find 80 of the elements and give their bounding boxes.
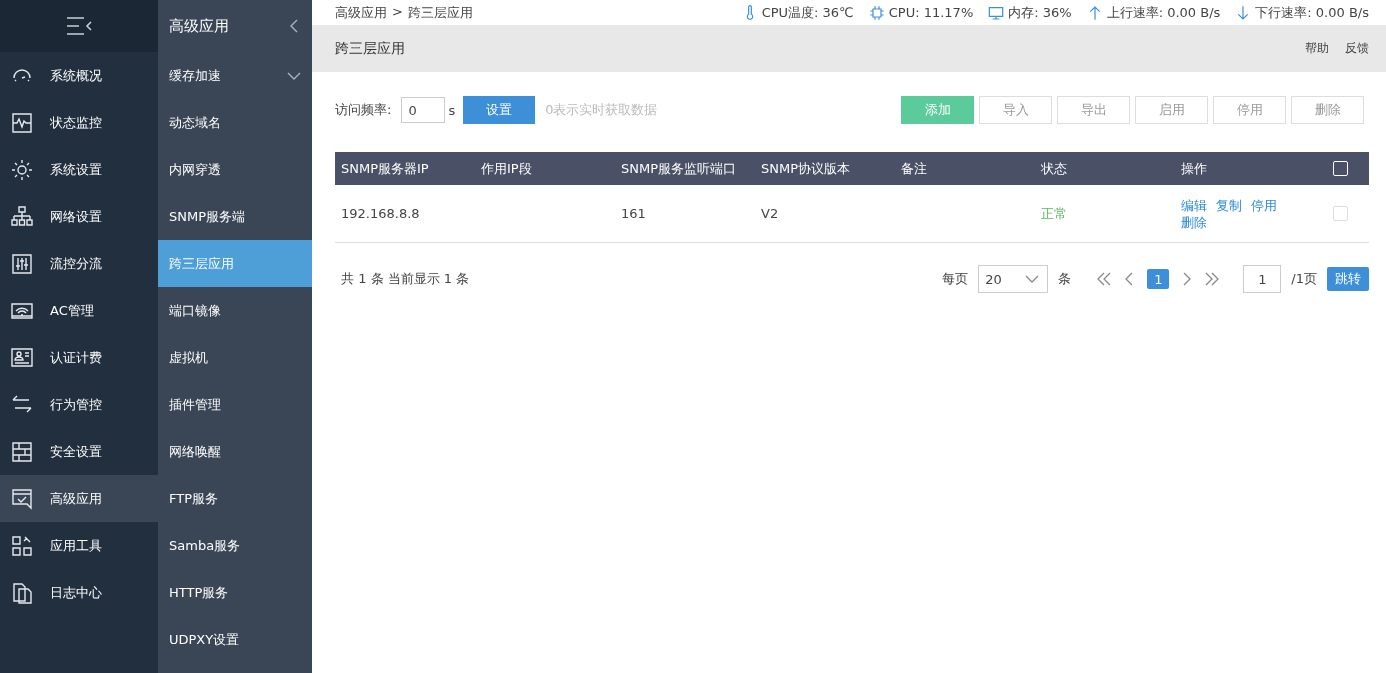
collapse-menu-icon[interactable]: [66, 15, 92, 37]
submenu-item[interactable]: 网络唤醒: [158, 428, 312, 475]
first-page-icon[interactable]: [1097, 272, 1112, 286]
status-reading: 内存: 36%: [1008, 3, 1072, 22]
nav-icon: [10, 439, 34, 464]
status-reading: CPU: 11.17%: [888, 5, 974, 20]
frequency-label: 访问频率:: [335, 101, 392, 119]
column-header: SNMP服务监听端口: [621, 159, 738, 178]
submenu-item[interactable]: FTP服务: [158, 475, 312, 522]
table-cell: V2: [761, 206, 779, 221]
submenu-title: 高级应用: [169, 16, 229, 36]
submenu-item[interactable]: 插件管理: [158, 381, 312, 428]
nav-item[interactable]: AC管理: [0, 287, 158, 334]
nav-icon: [10, 110, 34, 135]
action-link[interactable]: 编辑: [1181, 196, 1207, 214]
nav-item[interactable]: 应用工具: [0, 522, 158, 569]
action-link[interactable]: 停用: [1251, 196, 1277, 214]
page-title: 跨三层应用: [335, 39, 405, 58]
nav-icon: [10, 486, 34, 511]
total-pages: /1页: [1291, 270, 1317, 288]
status-reading: CPU温度: 36℃: [761, 3, 854, 22]
nav-item[interactable]: 系统概况: [0, 52, 158, 99]
submenu-item[interactable]: 动态域名: [158, 99, 312, 146]
chip-icon: [868, 3, 885, 22]
submenu-item[interactable]: 端口镜像: [158, 287, 312, 334]
action-link[interactable]: 复制: [1216, 196, 1242, 214]
submenu-item[interactable]: 虚拟机: [158, 334, 312, 381]
submenu-item[interactable]: SNMP服务端: [158, 193, 312, 240]
submenu-item[interactable]: Samba服务: [158, 522, 312, 569]
nav-icon: [10, 533, 34, 558]
nav-icon: [10, 580, 34, 605]
table-cell: 161: [621, 206, 646, 221]
nav-item[interactable]: 流控分流: [0, 240, 158, 287]
record-summary: 共 1 条 当前显示 1 条: [341, 270, 470, 288]
column-header: 操作: [1181, 159, 1208, 178]
column-header: SNMP协议版本: [761, 159, 852, 178]
submenu-item[interactable]: HTTP服务: [158, 569, 312, 616]
header-link[interactable]: 反馈: [1345, 40, 1369, 57]
column-header: 备注: [901, 159, 928, 178]
nav-icon: [10, 157, 34, 182]
status-reading: 上行速率: 0.00 B/s: [1106, 3, 1221, 22]
page-input[interactable]: 1: [1243, 265, 1282, 293]
column-header: SNMP服务器IP: [341, 159, 430, 178]
chevron-down-icon: [1025, 275, 1040, 283]
submenu-item[interactable]: 内网穿透: [158, 146, 312, 193]
previous-page-icon[interactable]: [1125, 272, 1134, 286]
frequency-input[interactable]: 0: [401, 97, 446, 123]
nav-icon: [10, 251, 34, 276]
column-header: 状态: [1041, 159, 1068, 178]
action-link[interactable]: 删除: [1181, 213, 1207, 231]
next-page-icon[interactable]: [1183, 272, 1192, 286]
select-all-checkbox[interactable]: [1332, 161, 1348, 176]
nav-item[interactable]: 日志中心: [0, 569, 158, 616]
per-page-unit: 条: [1058, 270, 1072, 288]
row-checkbox[interactable]: [1332, 206, 1348, 221]
table-cell: 192.168.8.8: [341, 206, 420, 221]
nav-item[interactable]: 行为管控: [0, 381, 158, 428]
chevron-left-icon[interactable]: [290, 19, 298, 33]
breadcrumb-link[interactable]: 跨三层应用: [407, 3, 473, 22]
breadcrumb-link[interactable]: 高级应用: [335, 3, 387, 22]
submenu-item[interactable]: UDPXY设置: [158, 616, 312, 663]
unit-label: s: [448, 102, 456, 118]
nav-item[interactable]: 安全设置: [0, 428, 158, 475]
nav-item[interactable]: 认证计费: [0, 334, 158, 381]
nav-item[interactable]: 状态监控: [0, 99, 158, 146]
header-link[interactable]: 帮助: [1305, 40, 1329, 57]
submenu-item[interactable]: 缓存加速: [158, 52, 312, 99]
nav-icon: [10, 345, 34, 370]
nav-item[interactable]: 系统设置: [0, 146, 158, 193]
per-page-select[interactable]: 20: [978, 265, 1049, 293]
nav-item[interactable]: 网络设置: [0, 193, 158, 240]
column-header: 作用IP段: [481, 159, 533, 178]
nav-icon: [10, 204, 34, 229]
status-reading: 下行速率: 0.00 B/s: [1255, 3, 1369, 22]
hint-text: 0表示实时获取数据: [545, 101, 658, 119]
per-page-label: 每页: [942, 270, 969, 288]
nav-item[interactable]: 高级应用: [0, 475, 158, 522]
status-text: 正常: [1041, 205, 1067, 221]
last-page-icon[interactable]: [1205, 272, 1220, 286]
breadcrumb-separator: >: [392, 3, 403, 21]
